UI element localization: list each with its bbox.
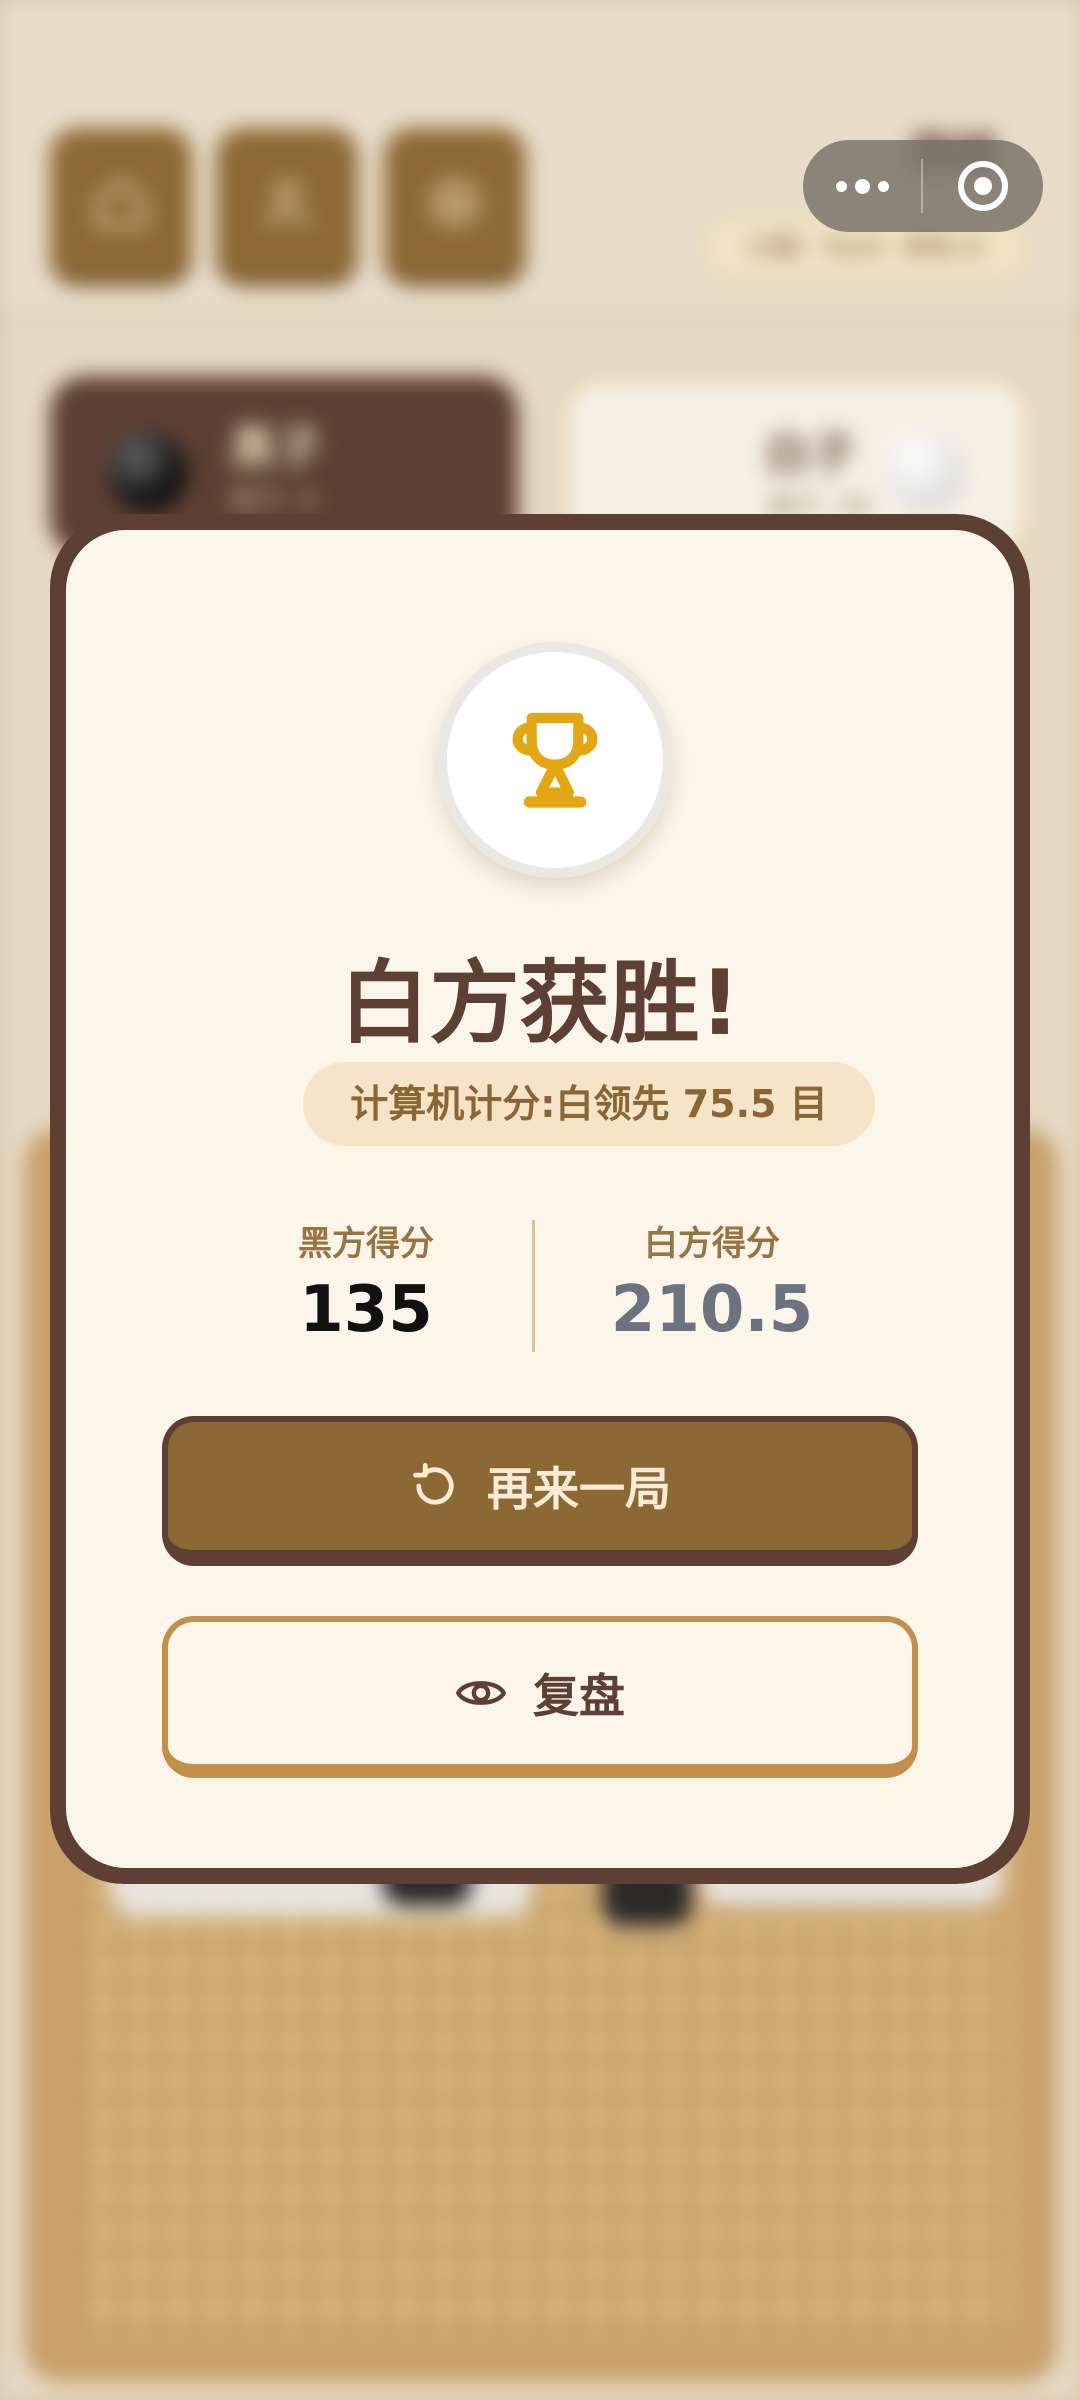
target-icon <box>958 161 1008 211</box>
play-again-label: 再来一局 <box>487 1462 671 1516</box>
black-score-block: 黑方得分 135 <box>216 1216 516 1347</box>
more-dot-icon <box>835 180 847 192</box>
restart-icon <box>413 1463 454 1505</box>
close-miniprogram-button[interactable] <box>923 140 1043 232</box>
white-player-name: 白子 <box>764 427 856 481</box>
black-score-value: 135 <box>299 1273 433 1347</box>
more-dot-icon <box>854 178 870 194</box>
home-icon <box>96 178 146 228</box>
black-score-label: 黑方得分 <box>298 1224 434 1264</box>
user-icon <box>265 181 309 226</box>
replay-button[interactable]: 复盘 <box>162 1616 918 1778</box>
white-score-value: 210.5 <box>610 1273 814 1347</box>
trophy-badge <box>437 642 673 878</box>
settings-icon <box>427 175 483 228</box>
more-dot-icon <box>877 180 889 192</box>
trophy-icon <box>512 712 598 808</box>
score-margin-badge: 计算机计分:白领先 75.5 目 <box>303 1062 875 1146</box>
black-player-name: 黑子 <box>230 421 322 475</box>
profile-button[interactable] <box>216 128 358 278</box>
game-result-dialog: 白方获胜! 计算机计分:白领先 75.5 目 黑方得分 135 白方得分 210… <box>50 514 1030 1884</box>
score-divider <box>532 1220 535 1352</box>
dialog-body: 白方获胜! 计算机计分:白领先 75.5 目 黑方得分 135 白方得分 210… <box>66 530 1014 1868</box>
eye-icon <box>455 1681 507 1705</box>
home-button[interactable] <box>50 128 192 278</box>
settings-button[interactable] <box>384 128 526 278</box>
more-options-button[interactable] <box>803 140 921 232</box>
white-score-block: 白方得分 210.5 <box>562 1216 862 1347</box>
play-again-button[interactable]: 再来一局 <box>162 1416 918 1566</box>
black-player-captures: 提子: 4 <box>230 486 316 516</box>
miniprogram-capsule <box>803 140 1043 232</box>
result-title: 白方获胜! <box>339 951 741 1056</box>
white-stone-icon <box>886 432 966 512</box>
white-score-label: 白方得分 <box>644 1224 780 1264</box>
replay-label: 复盘 <box>533 1669 625 1723</box>
black-stone-icon <box>108 432 188 512</box>
